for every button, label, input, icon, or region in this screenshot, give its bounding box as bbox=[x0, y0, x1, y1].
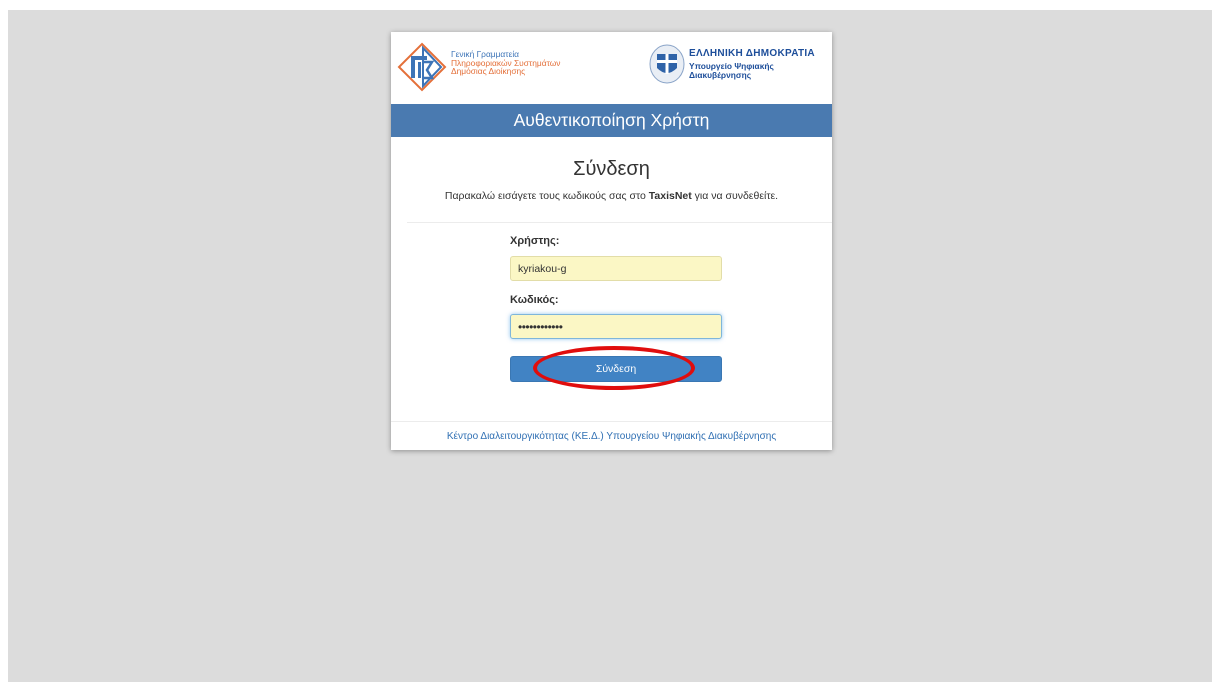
login-heading: Σύνδεση bbox=[573, 158, 650, 180]
instructions-text-start: Παρακαλώ εισάγετε τους κωδικούς σας στο bbox=[444, 190, 649, 202]
gsis-text: Γενική Γραμματεία Πληροφοριακών Συστημάτ… bbox=[451, 50, 560, 76]
login-instructions: Παρακαλώ εισάγετε τους κωδικούς σας στο … bbox=[391, 190, 832, 202]
instructions-text-end: για να συνδεθείτε. bbox=[691, 190, 779, 202]
footer: Κέντρο Διαλειτουργικότητας (ΚΕ.Δ.) Υπουρ… bbox=[391, 421, 832, 451]
logo-strip: Γενική Γραμματεία Πληροφοριακών Συστημάτ… bbox=[391, 32, 832, 104]
instructions-taxisnet: TaxisNet bbox=[648, 190, 692, 202]
password-input[interactable] bbox=[510, 314, 722, 339]
ministry-line-2: Διακυβέρνησης bbox=[689, 70, 752, 80]
interoperability-center-link[interactable]: Κέντρο Διαλειτουργικότητας (ΚΕ.Δ.) Υπουρ… bbox=[447, 431, 776, 442]
page-title-bar: Αυθεντικοποίηση Χρήστη bbox=[391, 104, 832, 137]
gsis-emblem-icon bbox=[397, 42, 447, 92]
page-title: Αυθεντικοποίηση Χρήστη bbox=[513, 110, 710, 130]
password-label: Κωδικός: bbox=[510, 294, 559, 306]
hellenic-republic-logo: ΕΛΛΗΝΙΚΗ ΔΗΜΟΚΡΑΤΙΑ Υπουργείο Ψηφιακής Δ… bbox=[649, 44, 829, 94]
hellenic-republic-text: ΕΛΛΗΝΙΚΗ ΔΗΜΟΚΡΑΤΙΑ Υπουργείο Ψηφιακής Δ… bbox=[689, 48, 815, 80]
username-label: Χρήστης: bbox=[510, 235, 560, 247]
username-input[interactable] bbox=[510, 256, 722, 281]
login-submit-button[interactable]: Σύνδεση bbox=[510, 356, 722, 382]
coat-of-arms-icon bbox=[649, 44, 685, 84]
republic-title: ΕΛΛΗΝΙΚΗ ΔΗΜΟΚΡΑΤΙΑ bbox=[689, 48, 815, 59]
gsis-line-3: Δημόσιας Διοίκησης bbox=[451, 66, 526, 77]
login-card: Γενική Γραμματεία Πληροφοριακών Συστημάτ… bbox=[391, 32, 832, 450]
gsis-logo: Γενική Γραμματεία Πληροφοριακών Συστημάτ… bbox=[397, 42, 627, 102]
section-divider bbox=[407, 222, 832, 223]
